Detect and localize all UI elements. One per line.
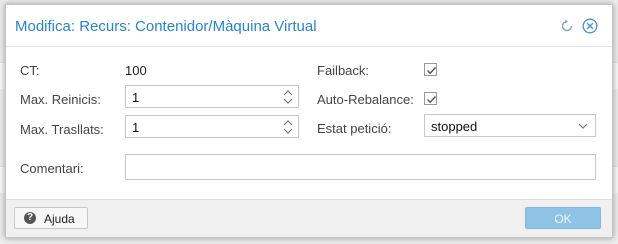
ct-label: CT: (20, 63, 40, 78)
failback-checkbox[interactable] (424, 63, 437, 76)
auto-rebalance-checkbox[interactable] (424, 92, 437, 105)
dialog-footer: ? Ajuda OK (6, 199, 612, 237)
edit-resource-dialog: Modifica: Recurs: Contenidor/Màquina Vir… (5, 4, 613, 238)
ok-button[interactable]: OK (525, 207, 601, 229)
close-icon[interactable] (582, 18, 598, 34)
auto-rebalance-label: Auto-Rebalance: (317, 92, 414, 107)
state-select[interactable]: stopped (424, 114, 596, 137)
dialog-titlebar[interactable]: Modifica: Recurs: Contenidor/Màquina Vir… (6, 5, 612, 47)
ok-button-label: OK (554, 212, 572, 226)
ct-value: 100 (125, 63, 147, 78)
max-restarts-value: 1 (132, 90, 140, 105)
max-relocates-spinner[interactable]: 1 (125, 115, 299, 138)
checkmark-icon (427, 67, 437, 75)
refresh-icon[interactable] (559, 18, 575, 34)
max-relocates-value: 1 (132, 120, 140, 135)
dialog-title: Modifica: Recurs: Contenidor/Màquina Vir… (15, 18, 317, 35)
max-restarts-spinner[interactable]: 1 (125, 85, 299, 108)
spinner-arrows-icon[interactable] (282, 118, 294, 136)
state-label: Estat petició: (317, 121, 392, 136)
state-value: stopped (431, 119, 478, 134)
comment-label: Comentari: (20, 161, 84, 176)
max-relocates-label: Max. Trasllats: (20, 122, 104, 137)
chevron-down-icon[interactable] (577, 120, 589, 132)
comment-input[interactable] (125, 154, 596, 180)
help-button[interactable]: ? Ajuda (14, 207, 88, 229)
help-button-label: Ajuda (44, 212, 75, 226)
checkmark-icon (427, 96, 437, 104)
question-icon: ? (24, 212, 36, 224)
failback-label: Failback: (317, 63, 370, 78)
spinner-arrows-icon[interactable] (282, 88, 294, 106)
max-restarts-label: Max. Reinicis: (20, 92, 101, 107)
